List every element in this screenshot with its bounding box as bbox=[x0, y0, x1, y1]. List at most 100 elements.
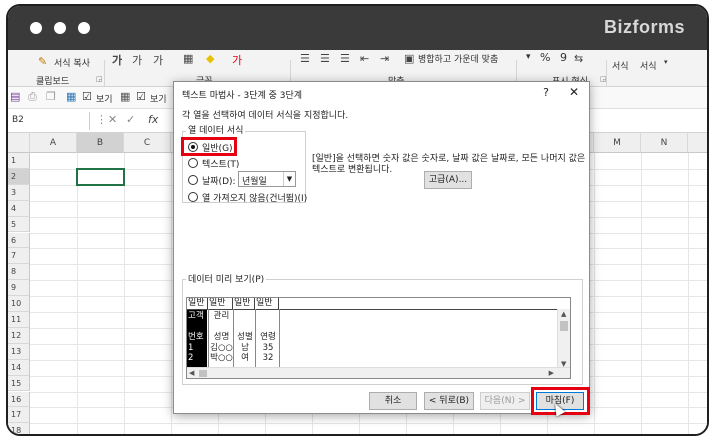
table-format-button[interactable]: 서식 bbox=[640, 59, 657, 72]
border-icon[interactable]: ▦ bbox=[183, 52, 193, 65]
grid-view-icon[interactable]: ▦ bbox=[120, 90, 130, 103]
insert-function-icon[interactable]: fx bbox=[148, 113, 158, 126]
preview-horizontal-scrollbar[interactable]: ◀ ▶ bbox=[187, 367, 570, 378]
preview-column-header[interactable]: 일반 bbox=[187, 298, 208, 309]
decimal-icon[interactable]: ⇆ bbox=[574, 52, 583, 65]
conditional-format-button[interactable]: 서식 bbox=[612, 59, 629, 72]
style-dropdown-icon[interactable]: ▾ bbox=[664, 58, 668, 66]
ribbon-separator bbox=[606, 60, 607, 86]
align-right-icon[interactable]: ☰ bbox=[340, 52, 350, 65]
row-header[interactable]: 13 bbox=[8, 343, 30, 360]
row-header[interactable]: 5 bbox=[8, 216, 30, 233]
scroll-up-icon[interactable]: ▲ bbox=[561, 310, 566, 318]
date-label[interactable]: 날짜(D): bbox=[202, 174, 236, 187]
row-header[interactable]: 15 bbox=[8, 375, 30, 392]
preview-vertical-scrollbar[interactable]: ▲ ▼ bbox=[557, 309, 570, 369]
align-center-icon[interactable]: ☰ bbox=[320, 52, 330, 65]
table-view-icon[interactable]: ▦ bbox=[66, 90, 76, 103]
indent-icon[interactable]: ⇤ bbox=[360, 52, 369, 65]
scroll-left-icon[interactable]: ◀ bbox=[189, 369, 194, 377]
font-size-icon[interactable]: 가 bbox=[153, 52, 163, 68]
row-header[interactable]: 2 bbox=[8, 168, 30, 185]
bold-icon[interactable]: 가 bbox=[112, 52, 122, 68]
skip-label[interactable]: 열 가져오지 않음(건너뜀)(I) bbox=[202, 191, 307, 204]
row-header[interactable]: 16 bbox=[8, 391, 30, 408]
row-header[interactable]: 12 bbox=[8, 327, 30, 344]
checkbox-icon[interactable]: ☑ bbox=[82, 90, 92, 103]
instruction-text: 각 열을 선택하여 데이터 서식을 지정합니다. bbox=[182, 111, 349, 121]
merge-icon[interactable]: ▣ bbox=[404, 52, 414, 65]
general-radio[interactable] bbox=[188, 142, 198, 152]
row-header[interactable]: 18 bbox=[8, 423, 30, 434]
percent-button[interactable]: % bbox=[540, 51, 550, 64]
preview-cell: 번호 bbox=[188, 332, 204, 342]
preview-cell: 관리 bbox=[213, 311, 230, 321]
column-header[interactable]: N bbox=[641, 133, 688, 153]
general-label[interactable]: 일반(G) bbox=[202, 141, 233, 154]
view-toggle-2[interactable]: 보기 bbox=[150, 92, 167, 105]
copy-icon[interactable]: ❐ bbox=[46, 90, 56, 103]
select-all-corner[interactable] bbox=[8, 133, 30, 153]
view-toggle-1[interactable]: 보기 bbox=[96, 92, 113, 105]
column-header[interactable]: C bbox=[124, 133, 171, 153]
row-header[interactable]: 1 bbox=[8, 153, 30, 169]
row-header[interactable]: 11 bbox=[8, 312, 30, 328]
preview-column-header[interactable]: 일반 bbox=[208, 298, 233, 309]
preview-column-header[interactable]: 일반 bbox=[233, 298, 255, 309]
scroll-thumb[interactable] bbox=[199, 370, 207, 377]
row-header[interactable]: 6 bbox=[8, 232, 30, 249]
column-header[interactable]: M bbox=[594, 133, 641, 153]
column-header[interactable]: B bbox=[77, 133, 124, 153]
description-line-2: 텍스트로 변환됩니다. bbox=[312, 165, 393, 175]
font-color-icon[interactable]: 가 bbox=[232, 52, 242, 68]
merge-center-button[interactable]: 병합하고 가운데 맞춤 bbox=[418, 52, 498, 65]
comma-button[interactable]: 9 bbox=[560, 51, 567, 64]
row-header[interactable]: 9 bbox=[8, 280, 30, 297]
cancel-entry-icon[interactable]: ✕ bbox=[108, 113, 117, 126]
close-button[interactable]: ✕ bbox=[569, 85, 579, 99]
underline-icon[interactable]: 가 bbox=[132, 52, 142, 68]
row-header[interactable]: 7 bbox=[8, 248, 30, 265]
row-header[interactable]: 10 bbox=[8, 296, 30, 312]
scroll-right-icon[interactable]: ▶ bbox=[549, 369, 554, 377]
date-format-value: 년월일 bbox=[242, 177, 267, 187]
preview-column-header[interactable]: 일반 bbox=[255, 298, 279, 309]
column-header[interactable]: A bbox=[30, 133, 77, 153]
row-header[interactable]: 17 bbox=[8, 407, 30, 424]
row-header[interactable]: 3 bbox=[8, 184, 30, 201]
row-header[interactable]: 4 bbox=[8, 200, 30, 217]
back-button[interactable]: < 뒤로(B) bbox=[424, 392, 474, 410]
active-cell-b2[interactable] bbox=[76, 167, 125, 186]
next-button: 다음(N) > bbox=[480, 392, 530, 410]
format-painter-icon[interactable]: ✎ bbox=[38, 55, 47, 68]
help-button[interactable]: ? bbox=[543, 86, 549, 99]
skip-radio[interactable] bbox=[188, 192, 198, 202]
cancel-button[interactable]: 취소 bbox=[369, 392, 417, 410]
row-header[interactable]: 8 bbox=[8, 264, 30, 281]
grid-column-line bbox=[688, 153, 689, 434]
date-radio[interactable] bbox=[188, 175, 198, 185]
confirm-entry-icon[interactable]: ✓ bbox=[126, 113, 135, 126]
form-icon[interactable]: ▤ bbox=[10, 90, 20, 103]
accounting-format-button[interactable]: ▾ bbox=[526, 52, 531, 62]
data-preview-pane[interactable]: 일반 일반 일반 일반 고객 관리 번호 성명 성별 연령 1 김○○ 남 35 2 박○○ 여 32 ▲… bbox=[186, 297, 571, 379]
clipboard-launcher-icon[interactable]: ◲ bbox=[96, 75, 103, 83]
preview-cell: 여 bbox=[241, 353, 249, 363]
column-header[interactable]: O bbox=[688, 133, 707, 153]
fill-color-icon[interactable]: ◆ bbox=[206, 52, 214, 65]
row-header[interactable]: 14 bbox=[8, 359, 30, 376]
preview-cell: 35 bbox=[262, 342, 274, 353]
outdent-icon[interactable]: ⇥ bbox=[380, 52, 389, 65]
format-copy-button[interactable]: 서식 복사 bbox=[54, 56, 90, 69]
scroll-thumb[interactable] bbox=[560, 321, 568, 331]
text-radio[interactable] bbox=[188, 158, 198, 168]
text-label[interactable]: 텍스트(T) bbox=[202, 157, 239, 170]
advanced-button[interactable]: 고급(A)... bbox=[424, 171, 472, 189]
checkbox-icon[interactable]: ☑ bbox=[136, 90, 146, 103]
preview-header-rule bbox=[187, 309, 559, 310]
align-left-icon[interactable]: ☰ bbox=[300, 52, 310, 65]
print-icon[interactable]: ⎙ bbox=[28, 90, 37, 104]
preview-cell: 성명 bbox=[213, 332, 230, 342]
date-format-select[interactable]: 년월일 ▼ bbox=[238, 171, 296, 187]
name-box[interactable]: B2 bbox=[8, 112, 90, 130]
